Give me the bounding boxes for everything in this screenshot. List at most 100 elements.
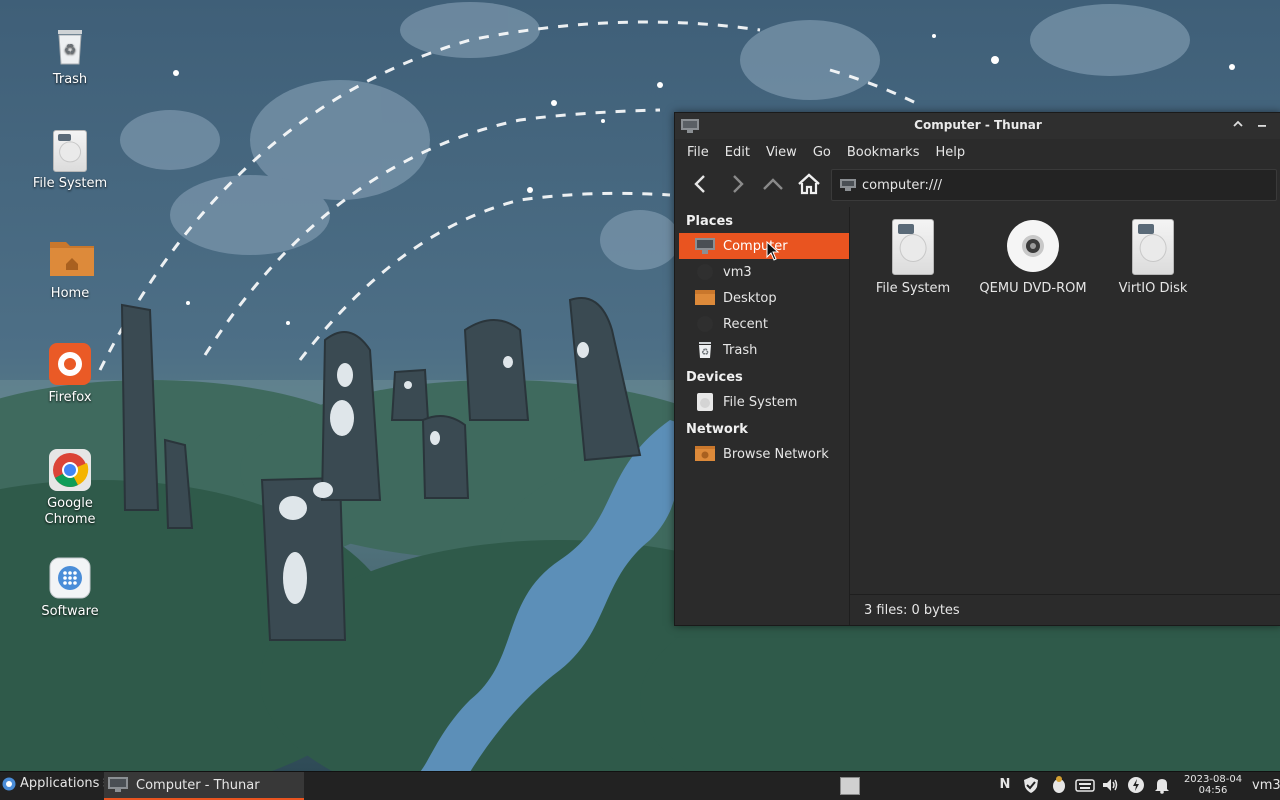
desktop-icon-label: Home [50,286,90,301]
recent-icon [695,315,715,333]
n-tray-icon[interactable]: N [996,776,1014,794]
status-bar: 3 files: 0 bytes [850,594,1280,625]
file-label: VirtIO Disk [1118,281,1188,296]
desktop-icon-home[interactable]: Home [20,238,120,302]
minimize-button[interactable] [1253,117,1271,135]
sidebar-section-places: Places [686,214,734,229]
desktop-icon-trash[interactable]: ♻ Trash [20,24,120,88]
sidebar-item-label: Recent [723,316,768,332]
chevron-right-icon [733,175,744,193]
firefox-icon [48,342,92,386]
trash-icon: ♻ [48,24,92,68]
desktop-icon-label: Software [41,604,99,619]
chevron-up-icon [763,178,783,190]
sidebar-item-label: File System [723,394,798,410]
sidebar-item-computer[interactable]: Computer [679,233,849,259]
workspace-switcher[interactable] [840,777,860,795]
window-body: Places Computer vm3 Desktop Recent ♻ Tra… [675,207,1280,625]
drive-icon [53,130,87,172]
chevron-left-icon [694,175,705,193]
desktop-icon-file-system[interactable]: File System [20,130,120,192]
svg-text:♻: ♻ [64,42,77,58]
file-item-qemu-dvd-rom[interactable]: QEMU DVD-ROM [978,219,1088,296]
clock[interactable]: 2023-08-04 04:56 [1180,774,1246,796]
sidebar: Places Computer vm3 Desktop Recent ♻ Tra… [675,207,850,625]
window-titlebar[interactable]: Computer - Thunar [675,113,1280,139]
file-item-virtio-disk[interactable]: VirtIO Disk [1098,219,1208,296]
clock-date: 2023-08-04 [1183,774,1243,785]
notification-bell-icon[interactable] [1153,776,1171,794]
menu-bar: File Edit View Go Bookmarks Help [675,139,1280,165]
sidebar-item-label: Desktop [723,290,777,306]
file-view[interactable]: File System QEMU DVD-ROM VirtIO Disk [766,207,1280,595]
svg-text:♻: ♻ [701,348,709,358]
sidebar-item-browse-network[interactable]: Browse Network [675,441,849,467]
toolbar: computer:/// [675,165,1280,203]
desktop-icon-google-chrome[interactable]: Google Chrome [20,448,120,528]
menu-view[interactable]: View [758,145,805,160]
sidebar-item-recent[interactable]: Recent [675,311,849,337]
location-bar[interactable]: computer:/// [831,169,1277,201]
forward-button[interactable] [719,168,755,200]
sidebar-item-label: Browse Network [723,446,829,462]
back-button[interactable] [683,168,719,200]
thunar-window[interactable]: Computer - Thunar File Edit View Go Book… [674,112,1280,626]
status-text: 3 files: 0 bytes [864,602,960,618]
power-icon[interactable] [1127,776,1145,794]
location-text: computer:/// [862,177,942,193]
desktop-icon-software[interactable]: Software [20,556,120,620]
sidebar-item-desktop[interactable]: Desktop [675,285,849,311]
bug-icon[interactable] [1050,776,1068,794]
keyboard-icon[interactable] [1075,776,1095,794]
drive-icon [1132,219,1174,275]
sidebar-item-vm3[interactable]: vm3 [675,259,849,285]
drive-icon [892,219,934,275]
desktop-icon-label: Google Chrome [44,496,96,527]
taskbar: Applications ⁝ Computer - Thunar N 2023-… [0,771,1280,800]
menu-go[interactable]: Go [805,145,839,160]
desktop-icon-label: Firefox [48,390,92,405]
software-center-icon [48,556,92,600]
sidebar-item-label: Trash [723,342,758,358]
desktop-icon-label: File System [32,176,108,191]
file-label: File System [875,281,951,296]
applications-icon [2,777,16,790]
home-button[interactable] [791,168,827,200]
home-icon [798,173,820,195]
maximize-button[interactable] [1229,117,1247,135]
desktop-folder-icon [695,289,715,307]
menu-help[interactable]: Help [927,145,973,160]
up-button[interactable] [755,168,791,200]
applications-menu-button[interactable]: Applications ⁝ [2,776,107,791]
user-home-icon [695,263,715,281]
sidebar-section-devices: Devices [686,370,743,385]
menu-file[interactable]: File [679,145,717,160]
sidebar-item-file-system[interactable]: File System [675,389,849,415]
clock-time: 04:56 [1198,785,1228,796]
trash-icon: ♻ [695,341,715,359]
sidebar-item-trash[interactable]: ♻ Trash [675,337,849,363]
task-label: Computer - Thunar [136,777,260,793]
computer-icon [108,777,128,792]
applications-label: Applications [20,776,100,791]
optical-disc-icon [1006,219,1060,275]
drive-icon [695,393,715,411]
network-folder-icon [695,445,715,463]
sidebar-section-network: Network [686,422,748,437]
computer-icon [695,237,715,255]
file-label: QEMU DVD-ROM [979,281,1087,296]
computer-icon [840,179,856,191]
taskbar-task-thunar[interactable]: Computer - Thunar [104,772,304,800]
menu-bookmarks[interactable]: Bookmarks [839,145,928,160]
desktop-icon-firefox[interactable]: Firefox [20,342,120,406]
window-title: Computer - Thunar [914,118,1042,132]
file-item-file-system[interactable]: File System [858,219,968,296]
user-menu[interactable]: vm3 [1252,778,1280,793]
home-folder-icon [48,238,94,282]
menu-edit[interactable]: Edit [717,145,758,160]
mouse-cursor-icon [766,241,780,261]
shield-icon[interactable] [1022,776,1040,794]
chrome-icon [48,448,92,492]
desktop-icon-label: Trash [52,72,88,87]
volume-icon[interactable] [1101,776,1119,794]
